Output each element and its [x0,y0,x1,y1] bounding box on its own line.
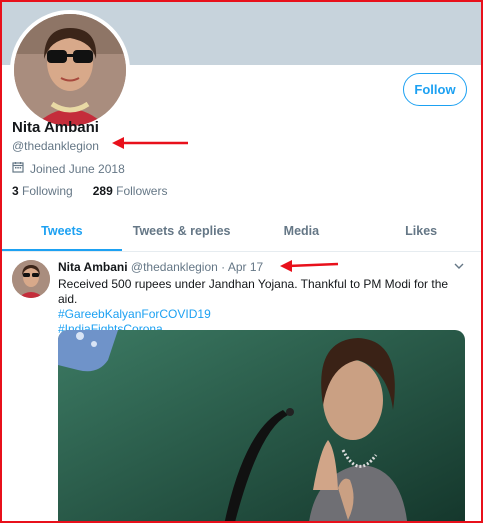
tab-tweets[interactable]: Tweets [2,212,122,251]
tab-likes[interactable]: Likes [361,212,481,251]
hashtag-link[interactable]: #GareebKalyanForCOVID19 [58,307,468,322]
profile-name: Nita Ambani [12,119,99,136]
tweet-body: Received 500 rupees under Jandhan Yojana… [58,277,449,306]
tweet-author-handle[interactable]: @thedanklegion [131,260,218,274]
tab-tweets-replies[interactable]: Tweets & replies [122,212,242,251]
tab-media[interactable]: Media [242,212,362,251]
profile-avatar[interactable] [10,10,130,130]
followers-link[interactable]: 289 Followers [93,184,168,198]
profile-stats: 3 Following 289 Followers [12,184,167,198]
tweet-text: Received 500 rupees under Jandhan Yojana… [58,277,468,337]
joined-label: Joined June 2018 [30,161,125,176]
tweet-header: Nita Ambani @thedanklegion · Apr 17 [58,260,263,274]
tweet-date[interactable]: Apr 17 [228,260,263,274]
tweet-media-image[interactable] [58,330,465,521]
follow-button[interactable]: Follow [403,73,467,106]
tweet-author-name[interactable]: Nita Ambani [58,260,128,274]
chevron-down-icon[interactable] [453,260,465,275]
profile-handle[interactable]: @thedanklegion [12,139,99,153]
profile-page: Follow Nita Ambani @thedanklegion Joined… [0,0,483,523]
following-link[interactable]: 3 Following [12,184,73,198]
annotation-arrow-handle [112,137,188,149]
calendar-icon [12,161,24,176]
joined-date: Joined June 2018 [12,161,125,176]
tweet-avatar[interactable] [12,260,50,298]
profile-tabs: Tweets Tweets & replies Media Likes [2,212,481,252]
tweet-separator: · [221,260,226,274]
annotation-arrow-tweet [280,260,339,272]
